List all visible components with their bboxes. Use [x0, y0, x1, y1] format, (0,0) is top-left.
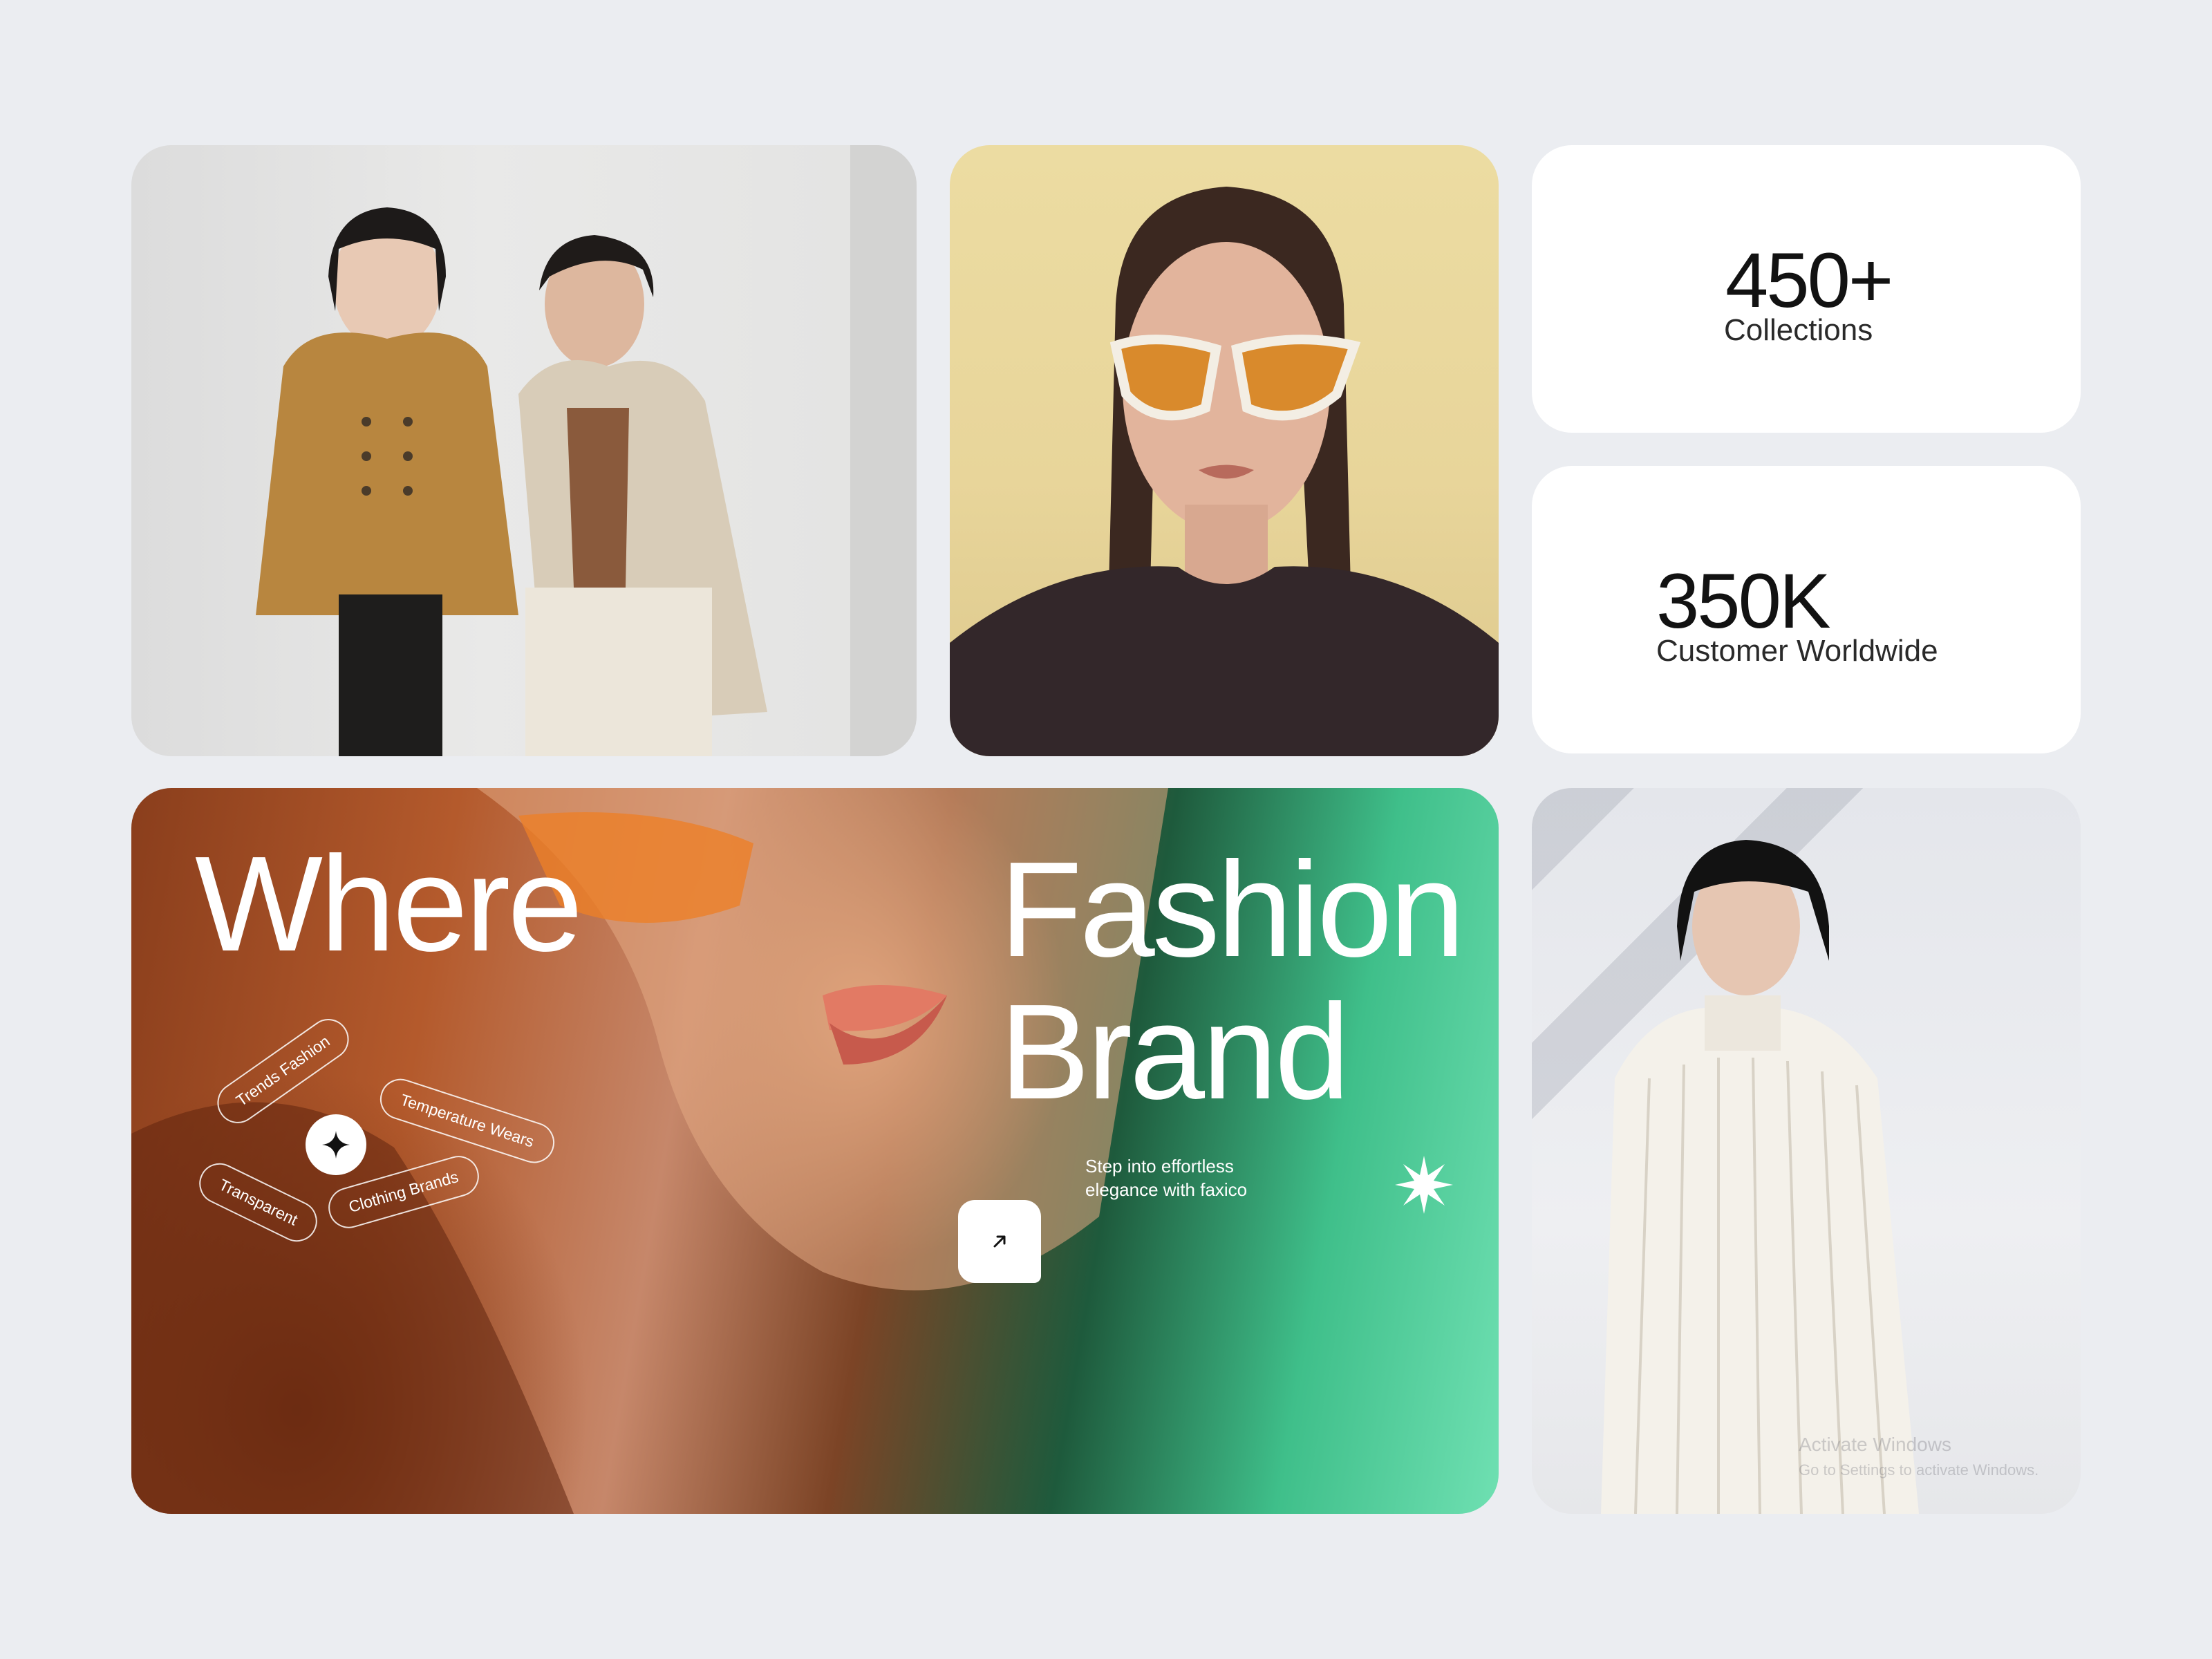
stat-card-collections: 450+ Collections [1532, 145, 2081, 433]
windows-watermark-title: Activate Windows [1799, 1434, 1951, 1455]
stat-label-customers: Customer Worldwide [1656, 634, 1938, 668]
photo-sunglasses-model [950, 145, 1499, 756]
two-models-illustration [256, 145, 917, 756]
windows-watermark-subtitle: Go to Settings to activate Windows. [1799, 1461, 2039, 1479]
knitwear-model-illustration [1601, 840, 1919, 1514]
sunglasses-model-illustration [950, 187, 1499, 756]
starburst-icon [1395, 1156, 1453, 1214]
stat-card-customers: 350K Customer Worldwide [1532, 466, 2081, 753]
hero-word-where: Where [195, 828, 583, 980]
hero-tagline: Step into effortless elegance with faxic… [1085, 1156, 1248, 1200]
photo-knitwear-model: Activate Windows Go to Settings to activ… [1532, 788, 2081, 1514]
sparkle-badge [306, 1114, 366, 1175]
hero-word-fashion: Fashion [1000, 834, 1465, 985]
stat-value-collections: 450+ [1725, 237, 1893, 324]
explore-arrow-button[interactable] [958, 1200, 1041, 1283]
sparkle-icon [322, 1131, 350, 1159]
hero-word-brand: Brand [1000, 976, 1350, 1127]
hero-banner: Where Fashion Brand Trends Fashion Tempe… [131, 788, 1499, 1514]
arrow-up-right-icon [993, 1235, 1006, 1248]
stat-value-customers: 350K [1656, 558, 1831, 644]
stat-label-collections: Collections [1724, 313, 1873, 347]
photo-two-models [131, 145, 917, 756]
